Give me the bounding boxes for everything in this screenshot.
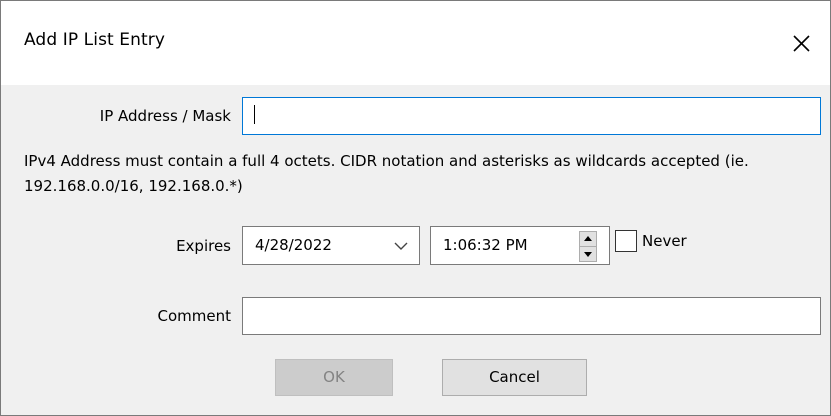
spin-down-icon	[584, 252, 592, 257]
ip-address-label: IP Address / Mask	[99, 107, 231, 125]
never-checkbox[interactable]	[615, 230, 637, 252]
ok-button[interactable]: OK	[275, 359, 393, 396]
never-label[interactable]: Never	[642, 232, 687, 250]
close-button[interactable]	[781, 23, 821, 63]
time-spinner	[579, 231, 597, 262]
spin-up-icon	[584, 236, 592, 241]
add-ip-list-entry-dialog: Add IP List Entry IP Address / Mask IPv4…	[0, 0, 831, 416]
chevron-down-icon[interactable]	[394, 241, 408, 251]
expires-date-value: 4/28/2022	[255, 236, 332, 254]
dialog-title: Add IP List Entry	[24, 30, 166, 50]
comment-input[interactable]	[242, 297, 821, 335]
ip-format-hint: IPv4 Address must contain a full 4 octet…	[24, 152, 749, 195]
expires-time-value: 1:06:32 PM	[443, 236, 528, 254]
cancel-button[interactable]: Cancel	[442, 359, 587, 396]
close-icon	[793, 35, 810, 52]
expires-date-picker[interactable]: 4/28/2022	[242, 226, 420, 265]
title-bar: Add IP List Entry	[1, 1, 830, 85]
comment-label: Comment	[157, 307, 232, 325]
expires-label: Expires	[176, 237, 231, 255]
text-caret	[254, 105, 255, 124]
ip-address-input[interactable]	[242, 97, 821, 135]
expires-time-picker[interactable]: 1:06:32 PM	[430, 226, 610, 265]
spin-down-button[interactable]	[579, 246, 597, 262]
spin-up-button[interactable]	[579, 231, 597, 247]
